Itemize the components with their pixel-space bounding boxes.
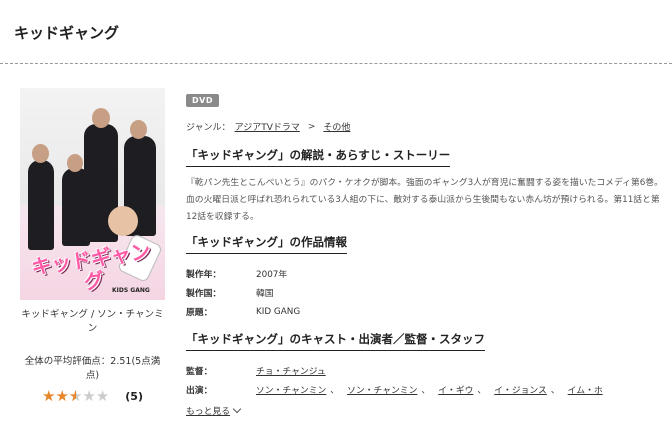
cast-link[interactable]: ソン・チャンミン bbox=[347, 383, 417, 396]
info-row-country: 製作国： 韓国 bbox=[186, 283, 300, 302]
info-key: 製作年： bbox=[186, 270, 222, 280]
genre-link-other[interactable]: その他 bbox=[323, 120, 350, 133]
genre-breadcrumb: ジャンル： アジアTVドラマ > その他 bbox=[186, 120, 666, 134]
director-link[interactable]: チョ・チャンジュ bbox=[256, 364, 326, 377]
star-icon: ★ bbox=[82, 387, 96, 405]
info-heading: 「キッドギャング」の作品情報 bbox=[186, 234, 347, 254]
info-key: 製作国： bbox=[186, 289, 222, 299]
director-key: 監督： bbox=[186, 367, 213, 377]
director-row: 監督： チョ・チャンジュ bbox=[186, 361, 666, 380]
rating-row: ★★★★★ (5) bbox=[20, 387, 165, 405]
show-more-label: もっと見る bbox=[186, 407, 230, 417]
chevron-down-icon bbox=[232, 404, 242, 414]
cast-comma: 、 bbox=[330, 386, 340, 396]
cast-row: 出演： ソン・チャンミン、 ソン・チャンミン、 イ・ギウ、 イ・ジョンス、 イム… bbox=[186, 380, 666, 399]
info-value: 韓国 bbox=[256, 289, 274, 299]
cast-comma: 、 bbox=[421, 386, 431, 396]
star-icon: ★ bbox=[42, 387, 56, 405]
cover-caption: キッドギャング / ソン・チャンミン bbox=[21, 309, 164, 334]
dvd-badge: DVD bbox=[186, 94, 219, 107]
cast-link[interactable]: ソン・チャンミン bbox=[256, 383, 326, 396]
info-value: 2007年 bbox=[256, 270, 288, 280]
synopsis-text: 『乾パン先生とこんぺいとう』のパク・ケオクが脚本。強面のギャング3人が育児に奮闘… bbox=[186, 178, 663, 222]
genre-label: ジャンル： bbox=[186, 123, 231, 133]
rating-stars: ★ ★ ★ ★ ★ bbox=[42, 387, 110, 405]
cast-link[interactable]: イ・ギウ bbox=[438, 383, 473, 396]
info-value: KID GANG bbox=[256, 306, 301, 317]
main-content: DVD ジャンル： アジアTVドラマ > その他 「キッドギャング」の解説・あら… bbox=[186, 88, 666, 417]
cast-key: 出演： bbox=[186, 386, 213, 396]
star-icon: ★ bbox=[69, 389, 82, 405]
synopsis-heading: 「キッドギャング」の解説・あらすじ・ストーリー bbox=[186, 147, 451, 167]
page-title: キッドギャング bbox=[14, 24, 120, 42]
star-icon: ★ bbox=[55, 387, 69, 405]
cast-heading: 「キッドギャング」のキャスト・出演者／監督・スタッフ bbox=[186, 331, 485, 351]
info-row-original-title: 原題： KID GANG bbox=[186, 302, 300, 321]
cast-list: ソン・チャンミン、 ソン・チャンミン、 イ・ギウ、 イ・ジョンス、 イム・ホ bbox=[256, 383, 666, 396]
review-count[interactable]: (5) bbox=[125, 390, 143, 403]
info-table: 製作年： 2007年 製作国： 韓国 原題： KID GANG bbox=[186, 264, 300, 321]
cast-link[interactable]: イム・ホ bbox=[568, 383, 603, 396]
average-rating-label: 全体の平均評価点：2.51(5点満点) bbox=[24, 356, 161, 381]
cast-link[interactable]: イ・ジョンス bbox=[494, 383, 547, 396]
cast-comma: 、 bbox=[477, 386, 487, 396]
cover-subtitle: KIDS GANG bbox=[112, 287, 150, 294]
header-divider bbox=[0, 63, 672, 64]
dvd-cover-image[interactable]: キッドギャング KIDS GANG bbox=[20, 88, 165, 300]
star-icon: ★ bbox=[95, 387, 110, 405]
cast-comma: 、 bbox=[550, 386, 560, 396]
info-row-year: 製作年： 2007年 bbox=[186, 264, 300, 283]
breadcrumb-separator: > bbox=[307, 121, 316, 132]
show-more-button[interactable]: もっと見る bbox=[186, 404, 666, 417]
baby-figure bbox=[108, 206, 138, 236]
sidebar: キッドギャング KIDS GANG キッドギャング / ソン・チャンミン 全体の… bbox=[20, 88, 165, 404]
info-key: 原題： bbox=[186, 308, 213, 318]
genre-link-asia-tv-drama[interactable]: アジアTVドラマ bbox=[235, 120, 300, 133]
